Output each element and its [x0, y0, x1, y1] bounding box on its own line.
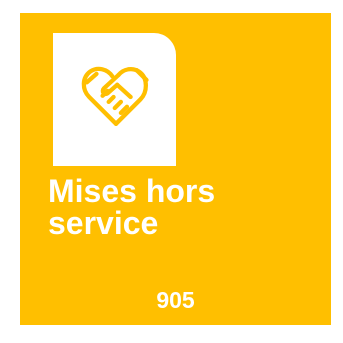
icon-container [53, 33, 176, 166]
tile-count: 905 [156, 287, 195, 313]
tile-title-line-2: service [48, 205, 159, 241]
tile-title-line-1: Mises hors [48, 173, 216, 209]
stat-tile[interactable]: Mises hors service 905 [20, 13, 331, 325]
tile-title: Mises hors service [48, 175, 308, 239]
